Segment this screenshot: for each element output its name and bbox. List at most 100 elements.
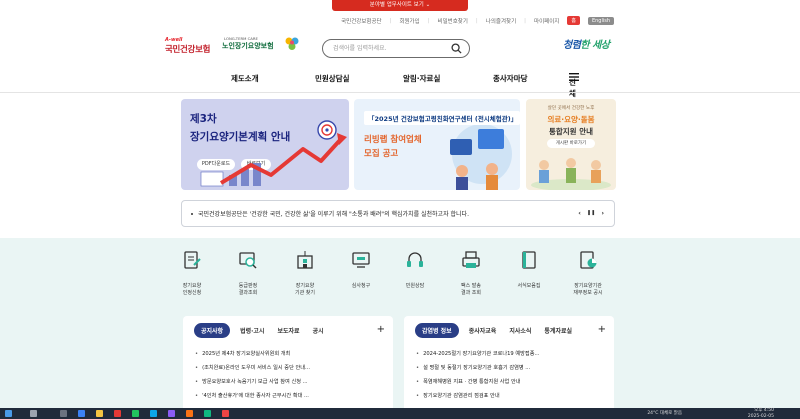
livinglab-banner-card[interactable]: 「2025년 건강보험고령친화연구센터 (전시체험관)」 리빙랩 참여업체 모집…	[354, 99, 520, 190]
site-selector-banner[interactable]: 분야별 업무사이트 보기 ⌄	[332, 0, 468, 11]
list-item[interactable]: 2024-2025절기 장기요양기관 코로나19 예방접종...	[416, 347, 539, 361]
list-item[interactable]: 설 명절 및 동절기 장기요양기관 호흡기 감염병 ...	[416, 361, 539, 375]
list-item[interactable]: 2025년 제4차 장기요양실사위원회 개최	[195, 347, 310, 361]
tab-press[interactable]: 보도자료	[277, 326, 299, 335]
livinglab-band: 「2025년 건강보험고령친화연구센터 (전시체험관)」	[364, 111, 520, 125]
taskview-icon[interactable]	[60, 410, 67, 417]
tab-infection[interactable]: 감염병 정보	[415, 323, 459, 338]
search-input[interactable]: 검색어를 입력하세요.	[322, 39, 470, 58]
monitor-icon	[352, 252, 370, 268]
ticker-next-button[interactable]: ›	[601, 209, 604, 217]
utility-bar: 국민건강보험공단 | 회원가입 | 비밀번호찾기 | 나의즐겨찾기 | 마이페이지 홈 …	[341, 16, 614, 25]
list-item[interactable]: '4인처 출산휴가'에 대한 종사자 근무시간 확대 ...	[195, 389, 310, 403]
edge-icon[interactable]	[78, 410, 85, 417]
weather-widget[interactable]: 24°C 대체로 맑음	[647, 410, 682, 416]
headset-icon	[407, 252, 423, 267]
service-label-1: 팩스 발송	[461, 283, 481, 289]
os-taskbar: 24°C 대체로 맑음 오후 4:50 2025-02-05	[0, 408, 800, 419]
service-label-1: 등급판정	[238, 283, 258, 289]
service-label-2: 재무정보 공시	[573, 290, 603, 296]
ltc-logo[interactable]: LONG-TERM CARE 노인장기요양보험	[222, 36, 300, 62]
tab-statistics[interactable]: 통계자료실	[544, 326, 572, 335]
tab-branch-news[interactable]: 지사소식	[509, 326, 531, 335]
util-link-signup[interactable]: 회원가입	[399, 17, 419, 25]
notice-board-tabs: 공지사항 법령·고시 보도자료 공시 +	[194, 323, 385, 338]
info-list: 2024-2025절기 장기요양기관 코로나19 예방접종... 설 명절 및 …	[416, 347, 539, 403]
ticker-pause-button[interactable]: ❚❚	[587, 209, 595, 217]
service-forms[interactable]: 서식모음집	[507, 250, 551, 290]
integrated-subtitle: 살던 곳에서 건강한 노후	[547, 106, 595, 111]
main-nav: 제도소개 민원상담실 알림·자료실 종사자마당 전체메뉴	[0, 69, 800, 120]
ticker-prev-button[interactable]: ‹	[578, 209, 581, 217]
service-label-1: 장기요양	[182, 283, 202, 289]
service-grade-result[interactable]: 등급판정 결과조회	[226, 250, 270, 297]
explorer-icon[interactable]	[96, 410, 103, 417]
nhis-logo-text: 국민건강보험	[165, 45, 211, 55]
start-icon[interactable]	[5, 410, 12, 417]
tab-disclosure[interactable]: 공시	[313, 326, 324, 335]
document-edit-icon	[184, 251, 201, 269]
notice-list: 2025년 제4차 장기요양실사위원회 개최 (조치완료)온라인 도우미 서비스…	[195, 347, 310, 403]
system-clock[interactable]: 오후 4:50 2025-02-05	[748, 408, 774, 419]
info-board-tabs: 감염병 정보 종사자교육 지사소식 통계자료실 +	[415, 323, 606, 338]
service-appeal[interactable]: 심사청구	[339, 250, 383, 290]
app-icon[interactable]	[222, 410, 229, 417]
service-label-1: 장기요양	[295, 283, 315, 289]
list-item[interactable]: 폭염재해병원 지표 · 간병 통합지원 사업 안내	[416, 375, 539, 389]
app-icon[interactable]	[114, 410, 121, 417]
book-icon	[522, 251, 536, 269]
service-financial-disclosure[interactable]: 장기요양기관 재무정보 공시	[566, 250, 610, 297]
more-plus-icon[interactable]: +	[598, 324, 606, 335]
tab-law[interactable]: 법령·고시	[240, 326, 264, 335]
more-plus-icon[interactable]: +	[377, 324, 385, 335]
service-application[interactable]: 장기요양 인정신청	[170, 250, 214, 297]
livinglab-title-1: 리빙랩 참여업체	[364, 135, 422, 145]
plan-banner-card[interactable]: 제3차 장기요양기본계획 안내 PDF다운로드 바로보기	[181, 99, 349, 190]
app-icon[interactable]	[150, 410, 157, 417]
service-fax-result[interactable]: 팩스 발송 결과 조회	[449, 250, 493, 297]
ltc-emblem-icon	[285, 37, 299, 50]
service-label-2: 결과 조회	[461, 290, 481, 296]
english-button[interactable]: English	[587, 16, 614, 25]
search-placeholder: 검색어를 입력하세요.	[333, 45, 387, 52]
util-link-mypage[interactable]: 마이페이지	[534, 17, 559, 25]
service-label-1: 장기요양기관	[574, 283, 602, 289]
tab-education[interactable]: 종사자교육	[469, 326, 497, 335]
fax-icon	[462, 251, 480, 268]
ticker-controls: ‹ ❚❚ ›	[578, 209, 604, 217]
nav-item-civil[interactable]: 민원상담실	[315, 73, 350, 84]
nav-item-workers[interactable]: 종사자마당	[493, 73, 528, 84]
integrated-title-a: 의료·요양·돌봄	[547, 115, 595, 124]
notice-text[interactable]: 국민건강보험공단은 '건강한 국민, 건강한 삶'을 이루기 위해 "소통과 배…	[198, 209, 469, 218]
list-item[interactable]: (조치완료)온라인 도우미 서비스 일시 중단 안내...	[195, 361, 310, 375]
search-icon[interactable]	[451, 43, 462, 54]
board-shortcut-button[interactable]: 게시판 바로가기	[547, 139, 595, 148]
all-menu-button[interactable]: 전체메뉴	[569, 73, 579, 120]
nhis-logo[interactable]: A-well 국민건강보험	[165, 37, 221, 63]
list-item[interactable]: 장기요양기관 감염관리 점검표 안내	[416, 389, 539, 403]
service-label-2: 결과조회	[238, 290, 258, 296]
util-link-password[interactable]: 비밀번호찾기	[438, 17, 468, 25]
search-icon[interactable]	[30, 410, 37, 417]
integrated-care-card[interactable]: 살던 곳에서 건강한 노후 의료·요양·돌봄 통합지원 안내 게시판 바로가기	[526, 99, 616, 190]
service-label-2: 인정신청	[182, 290, 202, 296]
home-button[interactable]: 홈	[567, 16, 580, 25]
service-consult[interactable]: 민원상담	[393, 250, 437, 290]
service-facility-search[interactable]: 장기요양 기관 찾기	[283, 250, 327, 297]
nav-divider	[0, 92, 800, 93]
notice-ticker: 국민건강보험공단은 '건강한 국민, 건강한 삶'을 이루기 위해 "소통과 배…	[181, 200, 615, 227]
integrity-slogan: 청렴한 세상	[563, 36, 610, 51]
chrome-icon[interactable]	[132, 410, 139, 417]
util-link-nhis[interactable]: 국민건강보험공단	[341, 17, 381, 25]
nav-item-system[interactable]: 제도소개	[231, 73, 259, 84]
app-icon[interactable]	[168, 410, 175, 417]
building-icon	[297, 251, 313, 269]
service-label-1: 서식모음집	[517, 283, 541, 289]
tab-notice[interactable]: 공지사항	[194, 323, 231, 338]
app-icon[interactable]	[204, 410, 211, 417]
app-icon[interactable]	[186, 410, 193, 417]
service-label-2: 기관 찾기	[295, 290, 315, 296]
nav-item-notice[interactable]: 알림·자료실	[403, 73, 440, 84]
util-link-favorites[interactable]: 나의즐겨찾기	[486, 17, 516, 25]
list-item[interactable]: 방문요양보호사 녹음기기 보급 사업 참여 신청 ...	[195, 375, 310, 389]
